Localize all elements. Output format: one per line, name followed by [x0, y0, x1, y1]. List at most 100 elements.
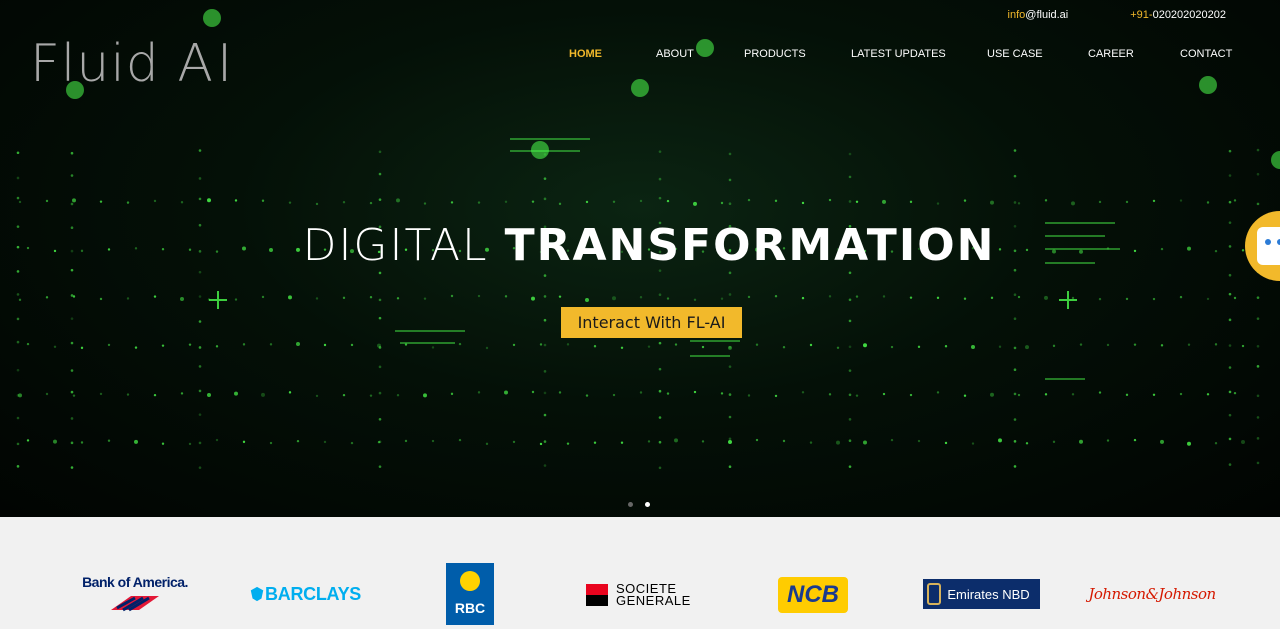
bg-dot	[153, 199, 157, 203]
bg-stream-dot	[16, 368, 20, 372]
contact-phone[interactable]: +91-020202020202	[1130, 9, 1226, 21]
bg-dot	[593, 441, 597, 444]
bg-stream-dot	[543, 440, 547, 443]
site-logo[interactable]: Fluid AI	[30, 34, 236, 94]
bg-stream-dot	[378, 440, 382, 444]
bg-dot	[45, 392, 49, 396]
barclays-eagle-icon	[250, 586, 264, 602]
bg-dot	[1106, 439, 1110, 442]
nav-about[interactable]: ABOUT	[656, 48, 694, 60]
bg-stream-dot	[728, 202, 732, 205]
bg-dot	[558, 295, 562, 298]
bg-dot	[620, 441, 624, 444]
bg-dot	[747, 198, 751, 202]
bg-stream-dot	[198, 197, 202, 201]
bg-dot	[485, 442, 489, 446]
bg-code-streak	[510, 150, 580, 152]
bg-stream-dot	[70, 174, 74, 177]
bg-dot	[504, 390, 508, 395]
nav-career[interactable]: CAREER	[1088, 48, 1134, 60]
bg-dot	[369, 394, 373, 397]
sg-square-icon	[586, 584, 608, 606]
bg-stream-dot	[1228, 390, 1232, 394]
bg-dot	[747, 394, 751, 397]
bg-dot	[296, 342, 300, 347]
bg-stream-dot	[543, 370, 547, 373]
bg-dot	[134, 439, 138, 444]
bg-dot	[107, 343, 111, 347]
bg-stream-dot	[1228, 344, 1232, 347]
bg-dot	[944, 441, 948, 445]
bg-dot	[774, 394, 778, 398]
bg-dot	[1017, 202, 1021, 205]
bg-stream-dot	[543, 177, 547, 180]
bg-stream-dot	[1013, 418, 1017, 421]
bg-dot	[936, 202, 940, 205]
hero-headline: DIGITAL TRANSFORMATION	[0, 220, 1280, 271]
carousel-dot-1[interactable]	[628, 502, 633, 507]
bg-dot	[674, 343, 678, 346]
bg-stream-dot	[728, 178, 732, 182]
bg-stream-dot	[848, 175, 852, 179]
bg-stream-dot	[658, 341, 662, 345]
nav-latest-updates[interactable]: LATEST UPDATES	[851, 48, 946, 60]
bg-dot	[431, 346, 435, 349]
bg-dot	[288, 201, 292, 204]
bg-stream-dot	[1256, 202, 1260, 206]
bg-dot	[639, 199, 643, 203]
bg-dot	[180, 392, 184, 395]
bg-dot	[269, 343, 273, 346]
bg-stream-dot	[70, 341, 74, 345]
jj-wordmark: Johnson&Johnson	[1088, 585, 1216, 603]
bg-dot	[369, 296, 373, 299]
interact-button[interactable]: Interact With FL-AI	[561, 307, 742, 338]
nav-home[interactable]: HOME	[569, 48, 602, 60]
bg-dot	[782, 345, 786, 349]
rbc-wordmark: RBC	[454, 600, 486, 616]
bg-dot	[404, 439, 408, 443]
bg-dot	[585, 394, 589, 397]
bg-dot	[755, 438, 759, 442]
bg-stream-dot	[1228, 292, 1232, 296]
bg-dot	[242, 343, 246, 346]
bg-dot	[836, 440, 840, 445]
bg-dot	[450, 294, 454, 298]
bg-dot	[180, 201, 184, 204]
bg-stream-dot	[658, 389, 662, 393]
bg-dot	[531, 200, 535, 203]
bg-dot	[504, 295, 508, 298]
bg-dot	[1187, 441, 1191, 446]
bg-stream-dot	[848, 298, 852, 302]
bg-dot	[531, 296, 535, 301]
bg-dot	[1241, 440, 1245, 445]
bg-stream-dot	[543, 464, 547, 467]
contact-email[interactable]: info@fluid.ai	[1008, 9, 1069, 21]
bg-stream-dot	[16, 394, 20, 397]
client-logo-emirates-nbd: Emirates NBD	[923, 579, 1040, 609]
bg-code-streak	[1045, 378, 1085, 380]
nav-use-case[interactable]: USE CASE	[987, 48, 1043, 60]
bg-dot	[909, 200, 913, 204]
bg-stream-dot	[658, 466, 662, 470]
bg-stream-dot	[658, 367, 662, 371]
bg-stream-dot	[1256, 172, 1260, 176]
bg-dot	[1133, 438, 1137, 442]
bg-dot	[72, 198, 76, 203]
bg-stream-dot	[16, 465, 20, 468]
enbd-wordmark: Emirates NBD	[947, 586, 1030, 602]
bg-dot	[315, 394, 319, 398]
nav-contact[interactable]: CONTACT	[1180, 48, 1232, 60]
bg-stream-dot	[70, 369, 74, 372]
bg-dot	[890, 345, 894, 349]
bg-stream-dot	[543, 413, 547, 417]
bg-dot	[1106, 343, 1110, 347]
bg-dot	[828, 198, 832, 202]
bg-dot	[396, 393, 400, 397]
bg-dot	[863, 343, 867, 348]
bg-dot	[1160, 344, 1164, 347]
carousel-dot-2[interactable]	[645, 502, 650, 507]
bg-dot	[639, 296, 643, 299]
bg-dot	[1214, 442, 1218, 445]
bg-dot	[990, 200, 994, 205]
nav-products[interactable]: PRODUCTS	[744, 48, 806, 60]
